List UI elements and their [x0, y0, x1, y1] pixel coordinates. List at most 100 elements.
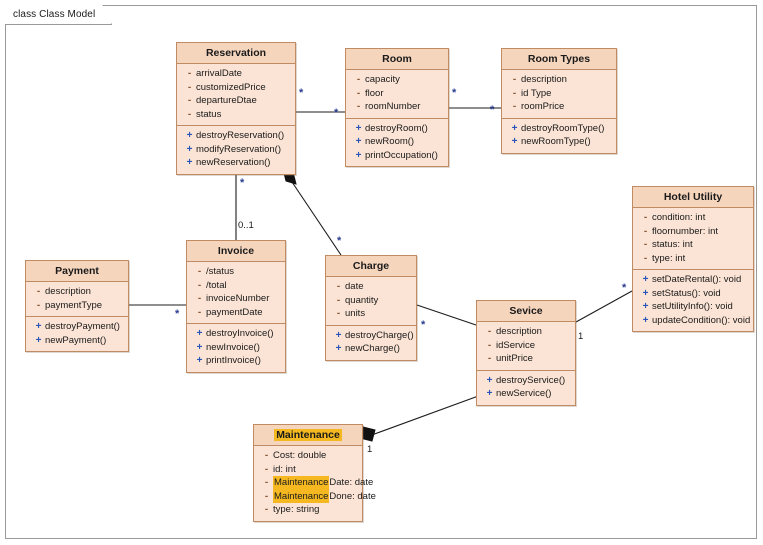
operations-compartment: + destroyPayment() + newPayment() [26, 316, 128, 351]
attribute-name: id: int [273, 463, 296, 475]
attribute-name: paymentDate [206, 306, 263, 318]
class-payment[interactable]: Payment - description - paymentType + destr… [25, 260, 129, 352]
operation-row: + destroyInvoice() [189, 327, 283, 341]
attribute-row: - condition: int [635, 211, 751, 225]
attribute-row: - description [28, 285, 126, 299]
operation-name: printOccupation() [365, 149, 438, 161]
attribute-name: customizedPrice [196, 81, 266, 93]
operation-row: + setStatus(): void [635, 287, 751, 301]
operation-name: newPayment() [45, 334, 107, 346]
attribute-name: id Type [521, 87, 552, 99]
visibility-marker: - [187, 68, 192, 79]
attribute-row: - paymentType [28, 299, 126, 313]
operation-name: newRoom() [365, 136, 415, 147]
attributes-compartment: - date - quantity - units [326, 277, 416, 325]
attribute-row: - floornumber: int [635, 225, 751, 239]
visibility-marker: + [511, 122, 518, 134]
attribute-name: paymentType [45, 299, 103, 311]
operation-row: + newRoom() [348, 135, 446, 149]
attribute-name: units [345, 308, 366, 319]
visibility-marker: - [264, 450, 269, 461]
visibility-marker: + [486, 388, 493, 399]
attributes-compartment: -/status -/total - invoiceNumber - payment… [187, 262, 285, 323]
operation-name: newInvoice() [206, 341, 260, 353]
visibility-marker: + [355, 149, 362, 161]
visibility-marker: - [36, 299, 41, 311]
attribute-name: description [45, 286, 91, 297]
operation-name: setDateRental(): void [652, 274, 742, 285]
attribute-row: - units [328, 307, 414, 321]
attribute-row: - paymentDate [189, 306, 283, 320]
visibility-marker: - [487, 353, 492, 364]
attribute-row: - date [328, 280, 414, 294]
attribute-name: roomPrice [521, 101, 565, 112]
attribute-name: idService [496, 339, 536, 351]
visibility-marker: + [642, 314, 649, 326]
visibility-marker: + [196, 328, 203, 339]
class-title-label: Maintenance [274, 429, 342, 441]
class-title: Sevice [477, 301, 575, 322]
operations-compartment: + destroyRoom() + newRoom() + printOccupati… [346, 117, 448, 167]
diagram-title: class Class Model [13, 9, 96, 20]
visibility-marker: + [196, 355, 203, 366]
visibility-marker: + [642, 274, 649, 285]
attribute-name-highlight: Maintenance [273, 489, 330, 503]
class-hotel-utility[interactable]: Hotel Utility - condition: int - floornumb… [632, 186, 754, 332]
operation-row: + printInvoice() [189, 354, 283, 368]
attribute-name: roomNumber [365, 101, 421, 112]
visibility-marker: - [336, 308, 341, 319]
visibility-marker: - [356, 74, 361, 85]
attribute-name: /total [206, 279, 227, 291]
class-sevice[interactable]: Sevice - description - idService - unitPric… [476, 300, 576, 406]
operation-name: newReservation() [196, 157, 271, 168]
class-title: Charge [326, 256, 416, 277]
operation-row: + newPayment() [28, 334, 126, 348]
attribute-name: description [521, 74, 567, 85]
operation-row: + destroyCharge() [328, 329, 414, 343]
class-room-types[interactable]: Room Types - description - id Type - roomPr… [501, 48, 617, 154]
attribute-name: floornumber: int [652, 225, 719, 237]
visibility-marker: - [336, 294, 341, 306]
attribute-row: - status: int [635, 238, 751, 252]
attribute-name: status: int [652, 239, 693, 250]
operation-name: destroyCharge() [345, 329, 414, 341]
attribute-row: - Maintenance Done: date [256, 489, 376, 503]
operation-name: destroyRoom() [365, 122, 428, 134]
visibility-marker: - [197, 279, 202, 291]
attribute-row: - arrivalDate [179, 67, 293, 81]
class-room[interactable]: Room - capacity - floor - roomNumber + destr… [345, 48, 449, 167]
operations-compartment: + destroyRoomType() + newRoomType() [502, 117, 616, 153]
operation-name: printInvoice() [206, 355, 261, 366]
attributes-compartment: - condition: int - floornumber: int - statu… [633, 208, 753, 269]
attribute-row: - floor [348, 87, 446, 101]
operation-name: newRoomType() [521, 136, 591, 147]
operation-name: newCharge() [345, 343, 400, 354]
operation-row: + printOccupation() [348, 149, 446, 163]
diagram-frame-tab: class Class Model [5, 5, 112, 25]
attribute-row: - id Type [504, 87, 614, 101]
class-charge[interactable]: Charge - date - quantity - units + destroyCh… [325, 255, 417, 361]
operations-compartment: + destroyCharge() + newCharge() [326, 324, 416, 360]
operation-name: destroyInvoice() [206, 328, 274, 339]
visibility-marker: - [187, 95, 192, 106]
visibility-marker: + [355, 136, 362, 147]
class-invoice[interactable]: Invoice -/status -/total - invoiceNumber … [186, 240, 286, 373]
operation-row: + newReservation() [179, 156, 293, 170]
class-maintenance[interactable]: Maintenance - Cost: double - id: int - Main… [253, 424, 376, 522]
visibility-marker: + [35, 334, 42, 346]
operation-row: + newRoomType() [504, 135, 614, 149]
attributes-compartment: - arrivalDate - customizedPrice - departure… [177, 64, 295, 125]
visibility-marker: - [643, 212, 648, 223]
class-title: Payment [26, 261, 128, 282]
attribute-row: - Maintenance Date: date [256, 476, 373, 490]
class-title: Invoice [187, 241, 285, 262]
visibility-marker: + [196, 341, 203, 353]
visibility-marker: - [264, 504, 269, 515]
attribute-row: - departureDtae [179, 94, 293, 108]
class-reservation[interactable]: Reservation - arrivalDate - customizedPric… [176, 42, 296, 175]
visibility-marker: - [643, 225, 648, 237]
attribute-row: - description [504, 73, 614, 87]
visibility-marker: + [511, 136, 518, 147]
operation-row: + newCharge() [328, 342, 414, 356]
attribute-row: - Cost: double [256, 449, 360, 463]
